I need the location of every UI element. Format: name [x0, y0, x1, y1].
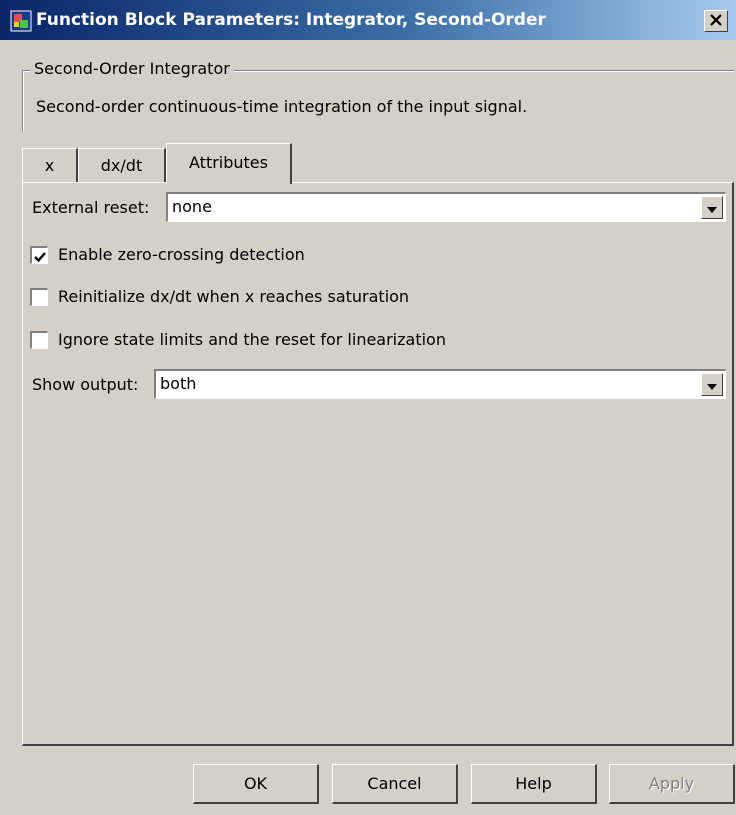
tab-x[interactable]: x — [22, 148, 78, 182]
tab-dx-dt[interactable]: dx/dt — [78, 148, 166, 182]
close-button[interactable] — [704, 10, 728, 32]
close-icon — [709, 12, 723, 31]
title-bar[interactable]: Function Block Parameters: Integrator, S… — [0, 0, 736, 40]
zero-crossing-checkbox[interactable] — [30, 246, 48, 264]
chevron-down-icon — [707, 375, 717, 394]
group-legend: Second-Order Integrator — [30, 58, 234, 80]
apply-button[interactable]: Apply — [609, 764, 735, 804]
ignore-limits-checkbox[interactable] — [30, 331, 48, 349]
show-output-value: both — [160, 374, 197, 393]
block-description-text: Second-order continuous-time integration… — [36, 97, 528, 116]
external-reset-value: none — [172, 197, 212, 216]
chevron-down-icon — [707, 198, 717, 217]
help-button[interactable]: Help — [471, 764, 597, 804]
cancel-button[interactable]: Cancel — [332, 764, 458, 804]
ok-button[interactable]: OK — [193, 764, 319, 804]
ignore-limits-label: Ignore state limits and the reset for li… — [58, 330, 446, 349]
reinitialize-checkbox[interactable] — [30, 288, 48, 306]
reinitialize-label: Reinitialize dx/dt when x reaches satura… — [58, 287, 410, 306]
simulink-block-icon — [10, 10, 32, 32]
zero-crossing-label: Enable zero-crossing detection — [58, 245, 305, 264]
checkmark-icon — [33, 249, 47, 268]
show-output-label: Show output: — [32, 375, 139, 394]
dropdown-arrow-button[interactable] — [701, 373, 723, 396]
dropdown-arrow-button[interactable] — [701, 196, 723, 219]
tab-attributes[interactable]: Attributes — [166, 143, 292, 184]
window-title: Function Block Parameters: Integrator, S… — [36, 10, 546, 30]
attributes-tab-panel — [22, 182, 734, 746]
show-output-dropdown[interactable]: both — [154, 369, 726, 399]
external-reset-dropdown[interactable]: none — [166, 192, 726, 222]
dialog-window: Function Block Parameters: Integrator, S… — [0, 0, 736, 815]
external-reset-label: External reset: — [32, 198, 150, 217]
